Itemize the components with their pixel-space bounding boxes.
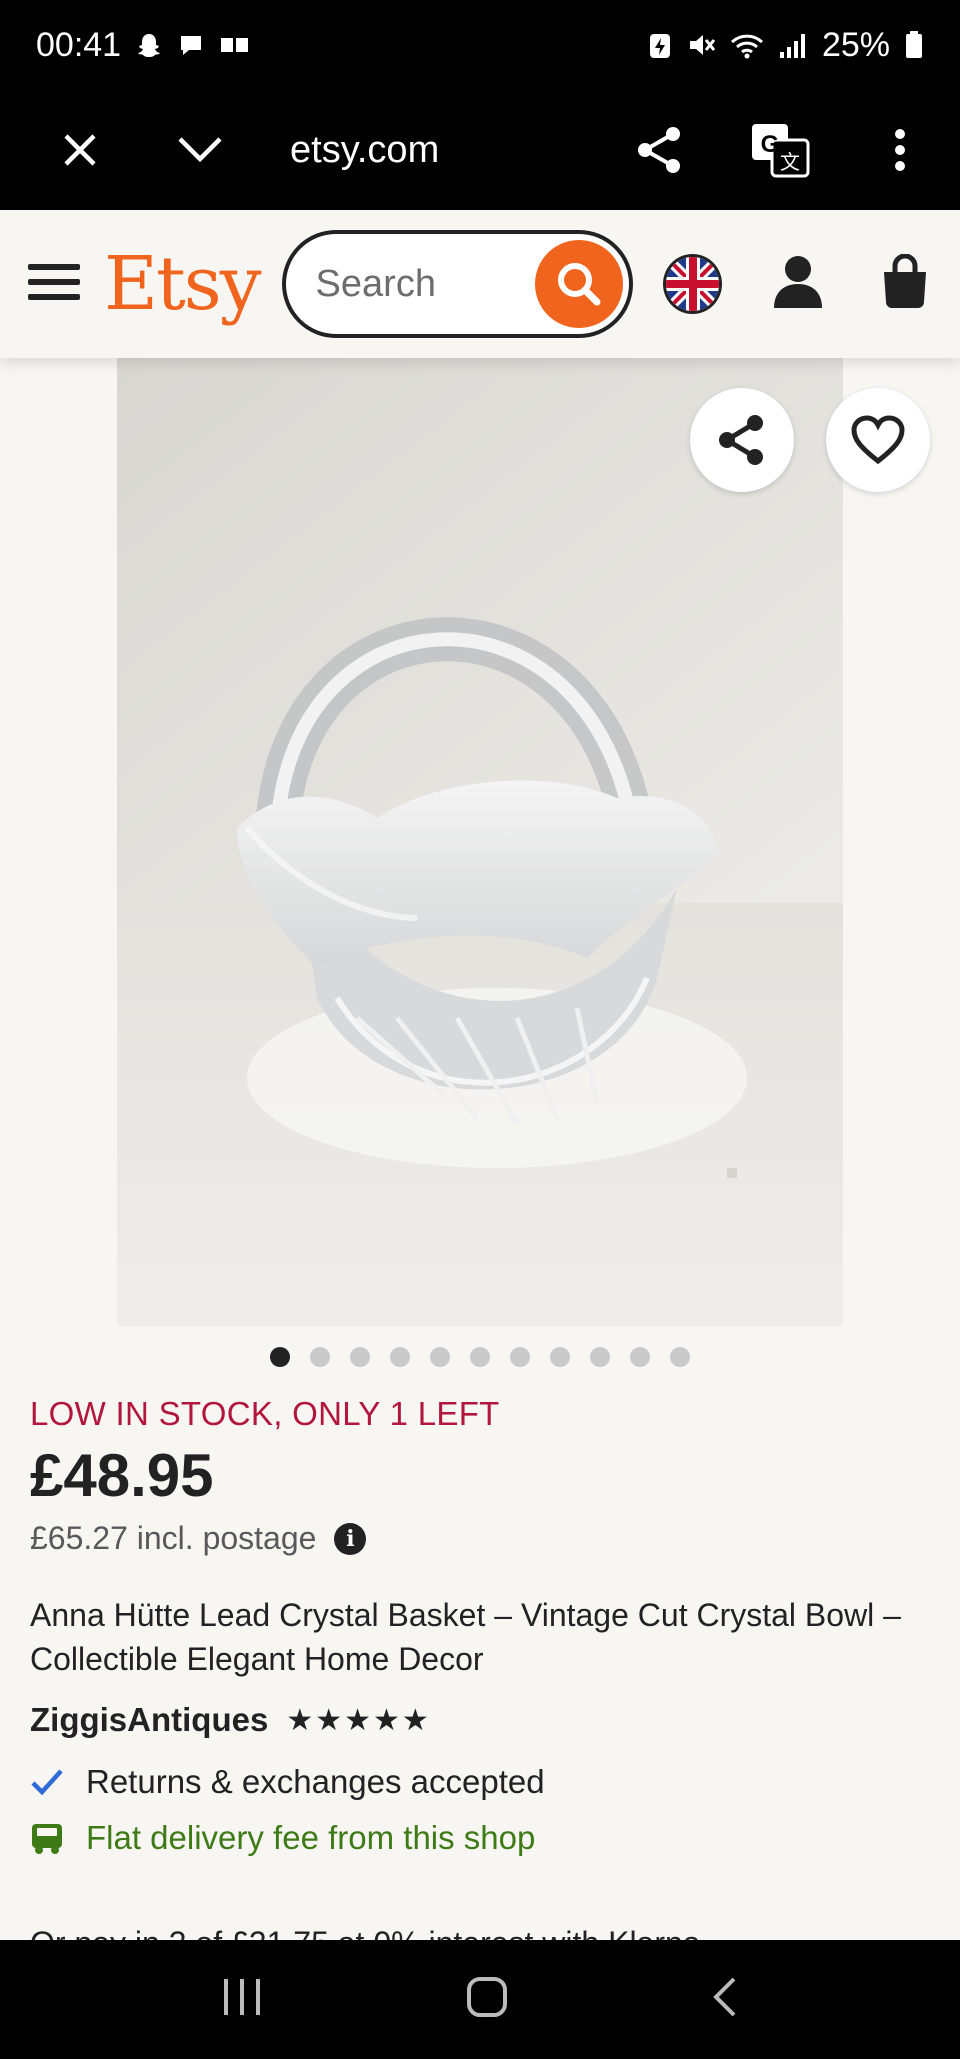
wifi-icon (730, 34, 763, 59)
search-icon (557, 263, 601, 306)
mute-icon (689, 35, 716, 55)
search-input[interactable] (315, 262, 526, 306)
account-button[interactable] (772, 254, 824, 315)
gallery-dot[interactable] (310, 1347, 330, 1367)
postage-price: £65.27 incl. postage i (30, 1520, 930, 1557)
translate-button[interactable]: G文 (740, 110, 820, 190)
chevron-down-icon (178, 137, 222, 163)
shopping-bag-icon (884, 253, 926, 308)
gallery-dot[interactable] (470, 1347, 490, 1367)
share-icon (638, 127, 680, 173)
menu-button[interactable] (28, 262, 80, 307)
battery-percent: 25% (821, 25, 890, 64)
product-image[interactable] (117, 358, 843, 1326)
gallery-dot[interactable] (390, 1347, 410, 1367)
gallery-dot[interactable] (350, 1347, 370, 1367)
svg-text:G: G (761, 131, 780, 158)
svg-text:文: 文 (780, 151, 800, 174)
delivery-text: Flat delivery fee from this shop (86, 1819, 536, 1856)
close-tab-button[interactable] (40, 110, 120, 190)
returns-feature: Returns & exchanges accepted (30, 1763, 930, 1801)
translate-icon: G文 (752, 124, 810, 178)
checkmark-icon (31, 1769, 63, 1796)
close-icon (64, 134, 96, 166)
recent-apps-button[interactable] (220, 1977, 264, 2022)
hamburger-icon (28, 263, 80, 300)
info-icon[interactable]: i (334, 1522, 367, 1555)
region-flag-button[interactable] (662, 254, 722, 314)
signal-icon (779, 34, 805, 58)
shop-name-link[interactable]: ZiggisAntiques (30, 1701, 268, 1739)
user-icon (774, 255, 822, 308)
browser-toolbar: etsy.com G文 (0, 90, 960, 210)
heart-icon (851, 415, 905, 465)
product-gallery[interactable] (0, 358, 960, 1326)
cart-button[interactable] (878, 253, 932, 315)
battery-saver-icon (649, 34, 670, 58)
favorite-button[interactable] (826, 388, 930, 492)
more-options-button[interactable] (860, 110, 940, 190)
gallery-pagination (0, 1347, 960, 1367)
status-bar: 00:41 25% (0, 0, 960, 90)
gallery-dot[interactable] (270, 1347, 290, 1367)
share-page-button[interactable] (620, 110, 700, 190)
product-info: LOW IN STOCK, ONLY 1 LEFT £48.95 £65.27 … (30, 1395, 930, 1857)
gallery-dot[interactable] (590, 1347, 610, 1367)
home-button[interactable] (465, 1975, 509, 2024)
gallery-dot[interactable] (550, 1347, 570, 1367)
uk-flag-icon (665, 257, 719, 311)
clock: 00:41 (36, 25, 122, 64)
recent-apps-icon (224, 1979, 261, 2015)
back-button[interactable] (710, 1975, 740, 2024)
search-button[interactable] (534, 240, 623, 328)
returns-text: Returns & exchanges accepted (86, 1763, 545, 1800)
url-text[interactable]: etsy.com (290, 129, 620, 172)
snapchat-icon (138, 34, 161, 57)
more-vertical-icon (895, 129, 905, 171)
battery-icon (906, 31, 922, 58)
price: £48.95 (30, 1442, 214, 1509)
search-bar (281, 230, 633, 338)
gallery-dot[interactable] (430, 1347, 450, 1367)
back-icon (712, 1977, 736, 2017)
gallery-dot[interactable] (630, 1347, 650, 1367)
product-title: Anna Hütte Lead Crystal Basket – Vintage… (30, 1597, 901, 1677)
site-header: Etsy (0, 210, 960, 358)
postage-text: £65.27 incl. postage (30, 1520, 317, 1556)
chat-icon (181, 36, 202, 55)
delivery-feature: Flat delivery fee from this shop (30, 1819, 930, 1857)
shop-row: ZiggisAntiques ★★★★★ (30, 1701, 930, 1739)
home-icon (466, 1977, 507, 2017)
stock-notice: LOW IN STOCK, ONLY 1 LEFT (30, 1395, 500, 1432)
crystal-basket-image (117, 358, 843, 1326)
media-icon (221, 38, 249, 52)
system-nav-bar (0, 1940, 960, 2059)
share-listing-button[interactable] (690, 388, 794, 492)
truck-icon (32, 1824, 62, 1854)
etsy-logo[interactable]: Etsy (104, 241, 262, 327)
share-icon (719, 415, 763, 465)
gallery-dot[interactable] (670, 1347, 690, 1367)
gallery-dot[interactable] (510, 1347, 530, 1367)
rating-stars[interactable]: ★★★★★ (286, 1703, 430, 1738)
minimize-button[interactable] (160, 110, 240, 190)
